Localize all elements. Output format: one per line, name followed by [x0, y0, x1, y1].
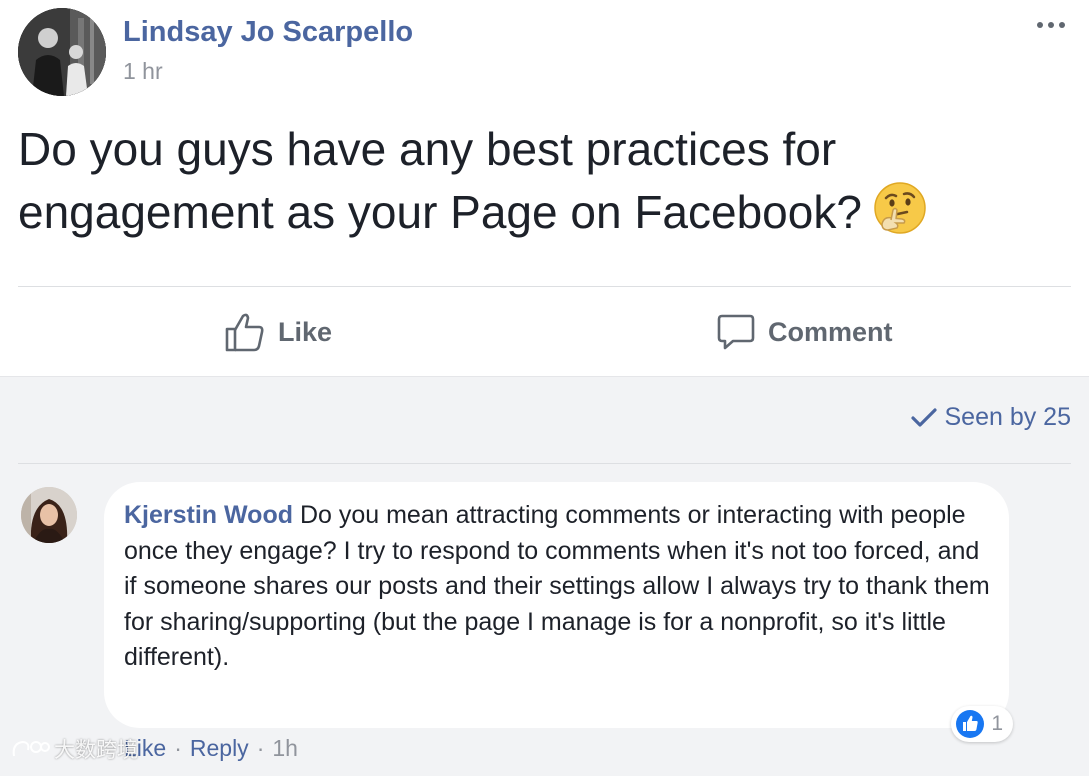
reaction-count-badge[interactable]: 1	[951, 706, 1013, 742]
commenter-avatar[interactable]	[21, 487, 77, 543]
thinking-face-icon	[872, 180, 928, 251]
reaction-count: 1	[991, 712, 1003, 735]
comments-divider	[18, 463, 1071, 464]
more-options-icon[interactable]	[1037, 18, 1071, 32]
post-text: Do you guys have any best practices for …	[18, 118, 1058, 251]
watermark: 大数跨境	[10, 734, 138, 764]
comment-meta-row: Like · Reply · 1h	[124, 735, 298, 762]
comment-button[interactable]: Comment	[716, 308, 893, 356]
thumbs-up-icon	[225, 313, 264, 352]
seen-by-indicator[interactable]: Seen by 25	[910, 403, 1072, 432]
speech-bubble-icon	[717, 314, 755, 350]
separator-dot: ·	[174, 735, 182, 761]
post-author-name[interactable]: Lindsay Jo Scarpello	[123, 16, 413, 49]
comment-reply-link[interactable]: Reply	[190, 735, 249, 762]
comment-bubble: Kjerstin Wood Do you mean attracting com…	[104, 482, 1013, 742]
like-reaction-icon	[956, 710, 985, 738]
comment-timestamp[interactable]: 1h	[272, 735, 298, 762]
like-button[interactable]: Like	[224, 308, 332, 356]
post-timestamp[interactable]: 1 hr	[123, 58, 163, 85]
comments-section: Seen by 25 Kjerstin Wood Do you mean att…	[0, 376, 1089, 776]
post-text-content: Do you guys have any best practices for …	[18, 123, 862, 238]
separator-dot: ·	[256, 735, 265, 761]
comment-button-label: Comment	[768, 316, 893, 347]
author-avatar[interactable]	[18, 8, 106, 96]
seen-by-label: Seen by 25	[944, 403, 1072, 431]
comment-text: Kjerstin Wood Do you mean attracting com…	[124, 498, 994, 676]
checkmark-icon	[910, 407, 937, 427]
watermark-text: 大数跨境	[54, 739, 138, 762]
post-divider	[18, 286, 1071, 287]
watermark-logo-icon	[12, 741, 50, 757]
like-button-label: Like	[278, 316, 333, 347]
commenter-name[interactable]: Kjerstin Wood	[124, 501, 293, 529]
